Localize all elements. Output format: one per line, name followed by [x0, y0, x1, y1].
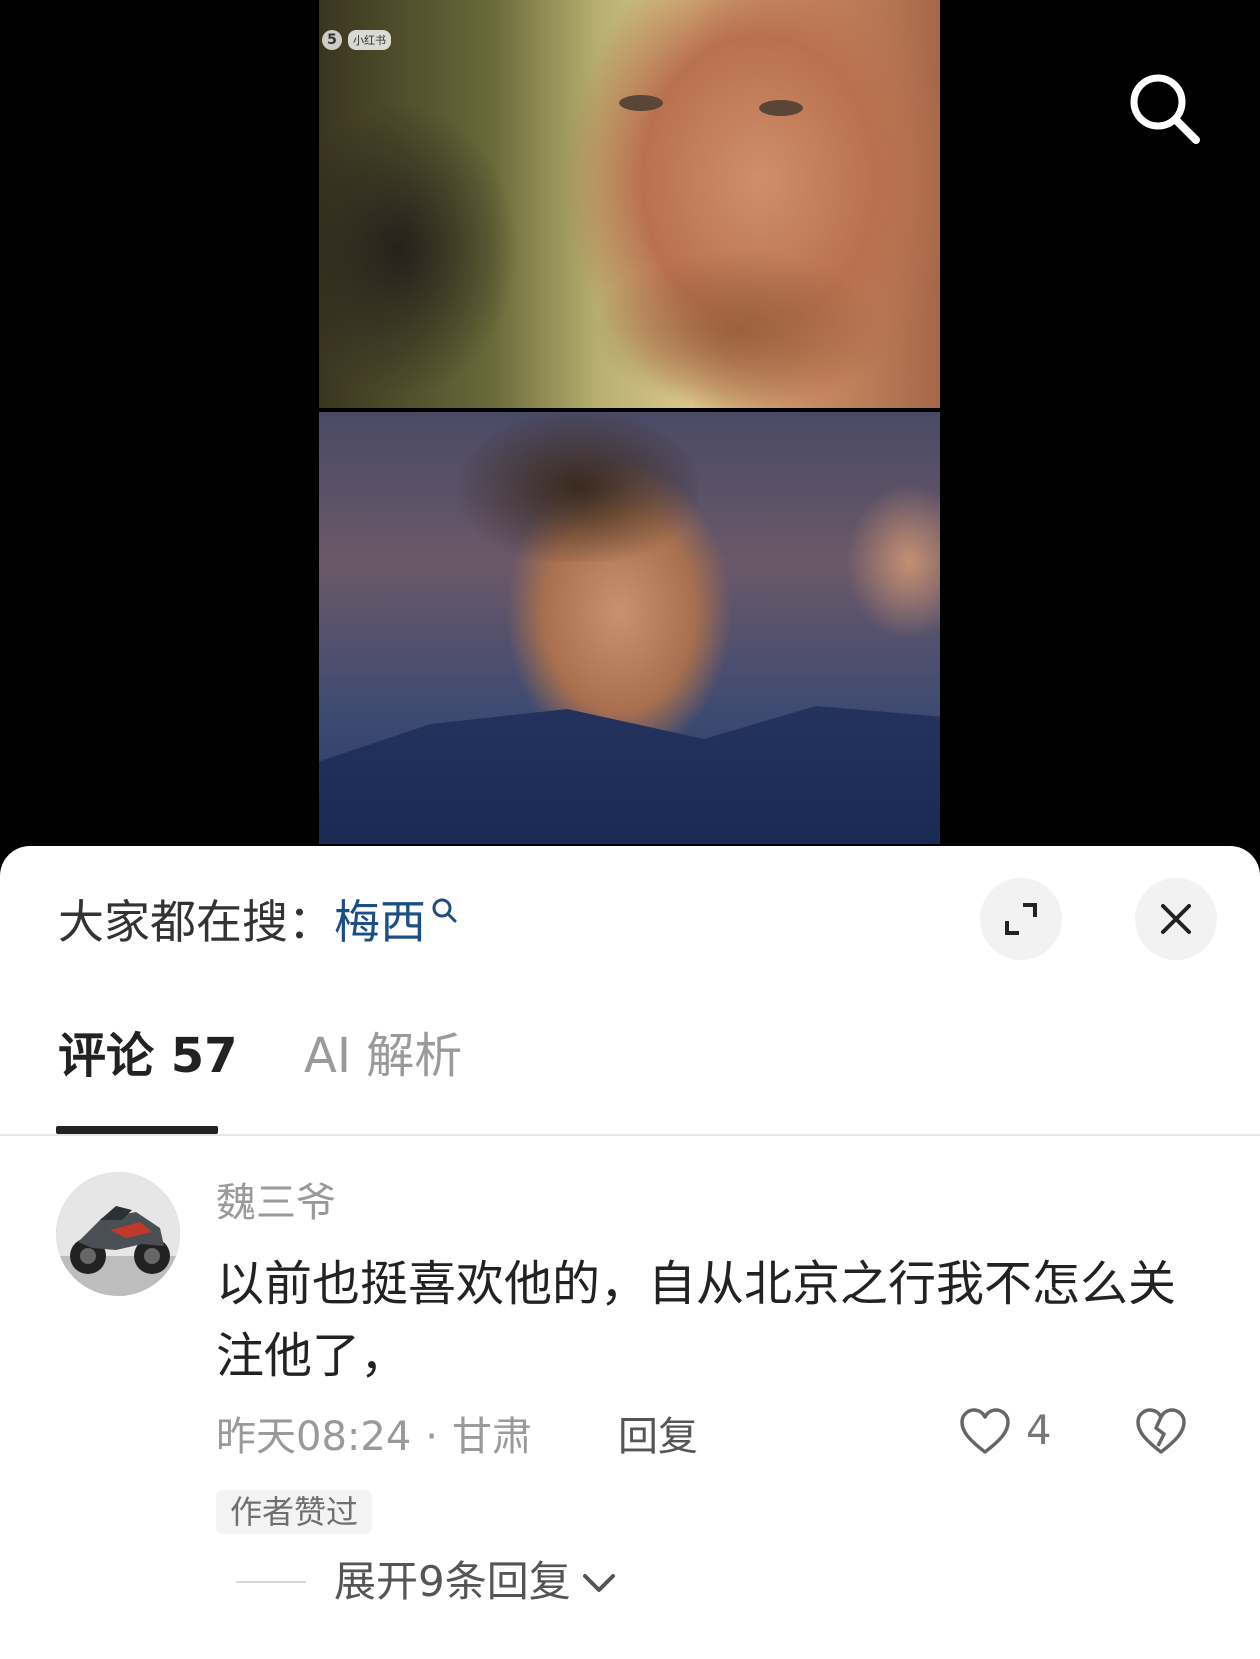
comment-username[interactable]: 魏三爷	[216, 1178, 336, 1228]
photo-detail	[459, 412, 699, 562]
chevron-down-icon	[582, 1574, 615, 1592]
watermark: 5 小红书	[322, 30, 391, 50]
author-liked-badge: 作者赞过	[216, 1490, 373, 1534]
search-button[interactable]	[1124, 68, 1204, 148]
tab-comments[interactable]: 评论 57	[58, 1026, 238, 1086]
expand-replies-button[interactable]: 展开9条回复	[236, 1556, 617, 1608]
search-icon	[432, 898, 457, 923]
close-icon	[1161, 904, 1191, 934]
watermark-badge: 小红书	[348, 30, 391, 50]
expand-replies-label: 展开9条回复	[334, 1557, 571, 1606]
search-icon	[1130, 74, 1200, 144]
like-button[interactable]: 4	[958, 1406, 1051, 1456]
trending-search-prefix: 大家都在搜：	[58, 895, 334, 949]
comment-sheet: 大家都在搜： 梅西 评论 57 AI 解析 魏三爷 以前也挺喜欢他的，自从北京之…	[0, 846, 1260, 1659]
active-tab-indicator	[56, 1126, 218, 1134]
reply-button[interactable]: 回复	[618, 1412, 698, 1462]
comment-meta: 昨天08:24 · 甘肃	[216, 1412, 532, 1462]
heart-icon	[960, 1408, 1010, 1454]
like-count: 4	[1026, 1408, 1052, 1454]
tab-bar: 评论 57 AI 解析	[0, 1026, 1260, 1136]
photo-detail	[319, 706, 940, 844]
comment-location: 甘肃	[452, 1414, 532, 1460]
trending-search-bar: 大家都在搜： 梅西	[58, 894, 458, 950]
dislike-button[interactable]	[1134, 1406, 1188, 1460]
watermark-number: 5	[322, 30, 342, 50]
expand-button[interactable]	[980, 878, 1062, 960]
photo-detail	[759, 100, 803, 116]
photo-bottom	[319, 412, 940, 844]
motorcycle-avatar-image	[56, 1172, 180, 1296]
expand-icon	[1005, 903, 1037, 935]
avatar[interactable]	[56, 1172, 180, 1296]
broken-heart-icon	[1136, 1408, 1186, 1454]
tab-ai-analysis[interactable]: AI 解析	[304, 1026, 462, 1086]
meta-separator: ·	[425, 1414, 438, 1460]
media-area: 5 小红书	[0, 0, 1260, 880]
photo-shading	[589, 250, 889, 408]
comment-text: 以前也挺喜欢他的，自从北京之行我不怎么关注他了，	[216, 1256, 1177, 1384]
trending-search-term[interactable]: 梅西	[334, 894, 426, 950]
photo-detail	[619, 95, 663, 111]
photo-top	[319, 0, 940, 408]
comment-time: 昨天08:24	[216, 1414, 412, 1460]
screen: 5 小红书 大家都在搜： 梅西 评论 57 AI 解析 魏三爷 以前也挺喜欢他的…	[0, 0, 1260, 1659]
close-button[interactable]	[1135, 878, 1217, 960]
divider	[236, 1581, 306, 1583]
